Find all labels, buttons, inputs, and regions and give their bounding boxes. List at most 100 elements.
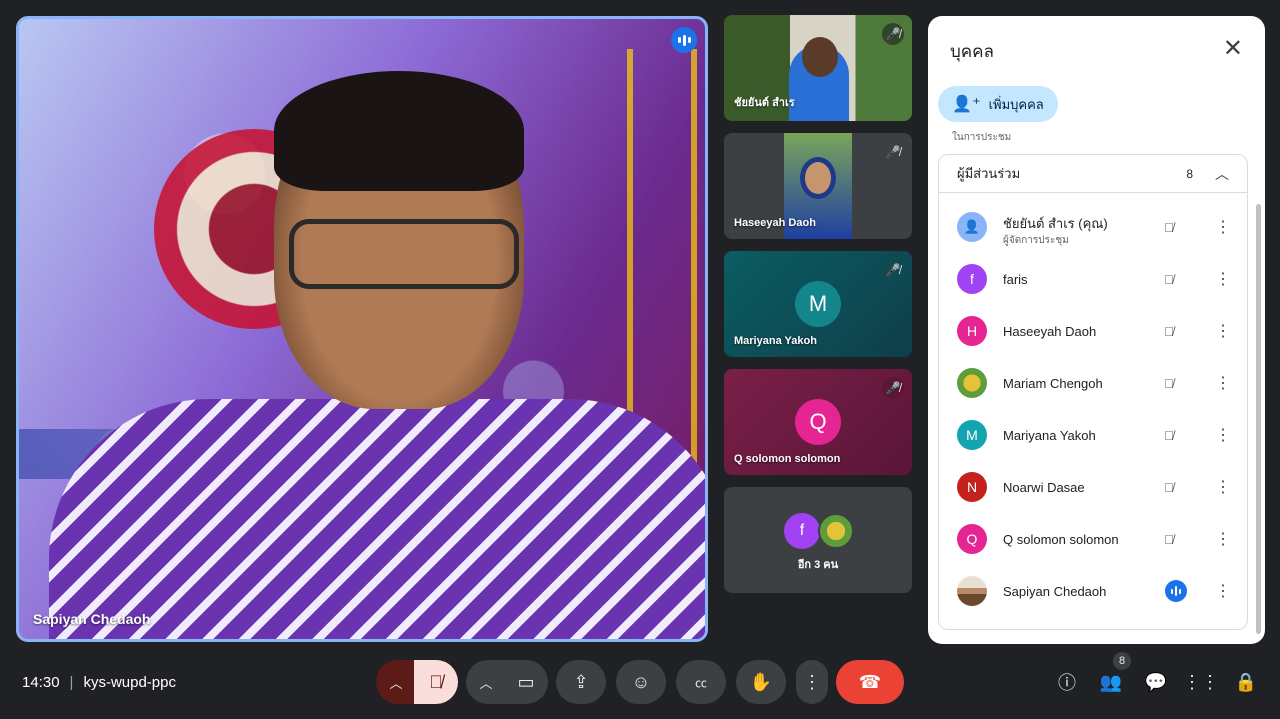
participant-name: faris — [1003, 271, 1028, 287]
participant-avatar: Q — [795, 399, 841, 445]
side-tile-2[interactable]: 🎤̸ Haseeyah Daoh — [724, 133, 912, 239]
close-icon[interactable]: ✕ — [1223, 34, 1243, 63]
participant-name: Mariyana Yakoh — [1003, 427, 1096, 443]
side-tile-more[interactable]: f อีก 3 คน — [724, 487, 912, 593]
avatar: M — [957, 420, 987, 450]
participant-name: Mariam Chengoh — [1003, 375, 1103, 391]
main-tile-name: Sapiyan Chedaoh — [33, 611, 151, 627]
avatar: H — [957, 316, 987, 346]
avatar: f — [957, 264, 987, 294]
participants-section-header[interactable]: ผู้มีส่วนร่วม 8 ︿ — [939, 155, 1247, 193]
mic-off-icon[interactable]: 🎙̸ — [1164, 272, 1174, 287]
speaking-indicator-icon — [671, 27, 697, 53]
mic-off-icon[interactable]: 🎙̸ — [1164, 220, 1174, 235]
participant-row[interactable]: N Noarwi Dasae 🎙̸ ⋮ — [939, 461, 1249, 513]
leave-call-icon[interactable]: ☎ — [836, 660, 904, 704]
participant-face — [800, 157, 836, 199]
more-options-icon[interactable]: ⋮ — [1215, 373, 1231, 393]
camera-options-chevron-icon[interactable]: ︿ — [466, 660, 506, 704]
activities-icon[interactable]: ⋮⋮ — [1183, 670, 1219, 694]
camera-toggle-icon[interactable]: ▭ — [504, 660, 548, 704]
people-count-badge: 8 — [1113, 652, 1131, 670]
section-subtitle: ในการประชุม — [952, 132, 1012, 140]
speaking-indicator-icon — [1165, 580, 1187, 602]
side-tile-3[interactable]: M 🎤̸ Mariyana Yakoh — [724, 251, 912, 357]
speaker-hair — [274, 71, 524, 191]
participant-row[interactable]: Sapiyan Chedaoh ⋮ — [939, 565, 1249, 617]
participant-name: Q solomon solomon — [1003, 531, 1119, 547]
speaker-glasses — [289, 219, 519, 289]
avatar — [957, 576, 987, 606]
mic-options-chevron-icon[interactable]: ︿ — [376, 660, 416, 704]
participant-name: Haseeyah Daoh — [1003, 323, 1097, 339]
emoji-reaction-icon[interactable]: ☺ — [616, 660, 666, 704]
participants-list: ผู้มีส่วนร่วม 8 ︿ 👤 ชัยยันต์ สำเร (คุณ) … — [938, 154, 1248, 630]
participant-row[interactable]: Mariam Chengoh 🎙̸ ⋮ — [939, 357, 1249, 409]
side-tile-name: Mariyana Yakoh — [734, 335, 817, 347]
add-person-icon: 👤⁺ — [952, 96, 981, 113]
avatar: Q — [957, 524, 987, 554]
participant-name: Noarwi Dasae — [1003, 479, 1085, 495]
separator: | — [69, 674, 74, 691]
captions-icon[interactable]: ㏄ — [676, 660, 726, 704]
main-speaker-tile[interactable]: Sapiyan Chedaoh — [16, 16, 708, 642]
participant-row[interactable]: H Haseeyah Daoh 🎙̸ ⋮ — [939, 305, 1249, 357]
side-tile-name: ชัยยันต์ สำเร — [734, 97, 795, 109]
avatar: N — [957, 472, 987, 502]
group-avatar: f — [784, 513, 820, 549]
mic-off-icon: 🎤̸ — [882, 23, 904, 45]
more-options-icon[interactable]: ⋮ — [1215, 581, 1231, 601]
participant-name: Sapiyan Chedaoh — [1003, 583, 1107, 599]
panel-title: บุคคล — [950, 42, 994, 61]
participant-face — [802, 37, 838, 77]
mic-off-icon[interactable]: 🎙̸ — [1164, 480, 1174, 495]
mic-off-icon[interactable]: 🎙̸ — [1164, 532, 1174, 547]
side-tile-name: Q solomon solomon — [734, 453, 841, 465]
meeting-details-icon[interactable]: ⓘ — [1055, 670, 1079, 694]
clock-time: 14:30 — [22, 674, 60, 691]
avatar — [957, 368, 987, 398]
raise-hand-icon[interactable]: ✋ — [736, 660, 786, 704]
people-icon[interactable]: 👥 — [1099, 670, 1123, 694]
people-panel: บุคคล ✕ 👤⁺ เพิ่มบุคคล ในการประชุม ผู้มีส… — [928, 16, 1265, 644]
meeting-code: kys-wupd-ppc — [83, 674, 176, 691]
mic-off-icon: 🎤̸ — [882, 377, 904, 399]
section-label: ผู้มีส่วนร่วม — [957, 166, 1021, 181]
more-options-icon[interactable]: ⋮ — [1215, 529, 1231, 549]
present-screen-icon[interactable]: ⇪ — [556, 660, 606, 704]
panel-scrollbar[interactable] — [1256, 204, 1261, 634]
side-tile-name: Haseeyah Daoh — [734, 217, 816, 229]
mic-off-toggle-icon[interactable]: 🎙̸ — [414, 660, 458, 704]
more-participants-label: อีก 3 คน — [797, 559, 839, 571]
meeting-info: 14:30 | kys-wupd-ppc — [22, 674, 176, 691]
host-controls-icon[interactable]: 🔒 — [1234, 670, 1258, 694]
group-avatar-photo — [818, 513, 854, 549]
participant-row[interactable]: Q Q solomon solomon 🎙̸ ⋮ — [939, 513, 1249, 565]
side-tile-4[interactable]: Q 🎤̸ Q solomon solomon — [724, 369, 912, 475]
add-people-button[interactable]: 👤⁺ เพิ่มบุคคล — [938, 86, 1058, 122]
mic-off-icon: 🎤̸ — [885, 145, 901, 159]
more-options-icon[interactable]: ⋮ — [1215, 321, 1231, 341]
chat-icon[interactable]: 💬 — [1144, 670, 1168, 694]
add-people-label: เพิ่มบุคคล — [988, 96, 1044, 112]
mic-off-icon[interactable]: 🎙̸ — [1164, 376, 1174, 391]
side-tile-1[interactable]: 🎤̸ ชัยยันต์ สำเร — [724, 15, 912, 121]
mic-off-icon: 🎤̸ — [882, 259, 904, 281]
mic-off-icon[interactable]: 🎙̸ — [1164, 428, 1174, 443]
speaker-body — [49, 399, 705, 639]
avatar: 👤 — [957, 212, 987, 242]
participant-row[interactable]: 👤 ชัยยันต์ สำเร (คุณ) ผู้จัดการประชุม 🎙̸… — [939, 201, 1249, 253]
participant-avatar: M — [795, 281, 841, 327]
mic-off-icon[interactable]: 🎙̸ — [1164, 324, 1174, 339]
participant-row[interactable]: f faris 🎙̸ ⋮ — [939, 253, 1249, 305]
chevron-up-icon[interactable]: ︿ — [1215, 164, 1229, 184]
more-options-icon[interactable]: ⋮ — [1215, 477, 1231, 497]
participant-role: ผู้จัดการประชุม — [1003, 235, 1069, 246]
more-options-icon[interactable]: ⋮ — [1215, 425, 1231, 445]
participant-name: ชัยยันต์ สำเร (คุณ) — [1003, 216, 1108, 231]
more-options-icon[interactable]: ⋮ — [796, 660, 828, 704]
more-options-icon[interactable]: ⋮ — [1215, 217, 1231, 237]
more-options-icon[interactable]: ⋮ — [1215, 269, 1231, 289]
participant-row[interactable]: M Mariyana Yakoh 🎙̸ ⋮ — [939, 409, 1249, 461]
section-count: 8 — [1186, 166, 1193, 181]
